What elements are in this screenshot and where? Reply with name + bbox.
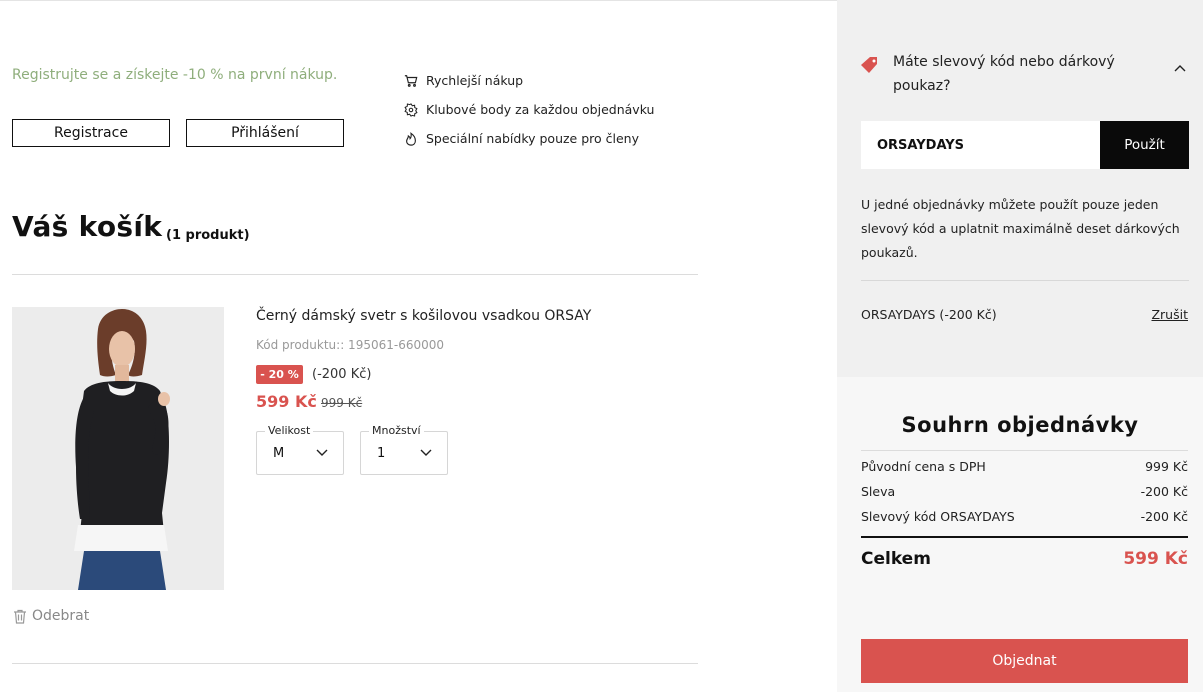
total-value: 599 Kč xyxy=(1123,549,1188,569)
remove-item-button[interactable]: Odebrat xyxy=(13,608,89,624)
summary-row-value: -200 Kč xyxy=(1140,509,1188,524)
summary-row-label: Slevový kód ORSAYDAYS xyxy=(861,509,1015,524)
summary-row: Původní cena s DPH 999 Kč xyxy=(861,459,1188,474)
benefit-label: Klubové body za každou objednávku xyxy=(426,102,655,117)
chevron-down-icon xyxy=(420,449,432,456)
coupon-note: U jedné objednávky můžete použít pouze j… xyxy=(861,197,1180,260)
benefit-label: Rychlejší nákup xyxy=(426,73,524,88)
order-summary: Souhrn objednávky Původní cena s DPH 999… xyxy=(837,377,1203,692)
divider xyxy=(861,280,1189,281)
summary-row: Slevový kód ORSAYDAYS -200 Kč xyxy=(861,509,1188,524)
remove-coupon-link[interactable]: Zrušit xyxy=(1151,307,1188,322)
quantity-select[interactable]: Množství 1 xyxy=(360,424,448,475)
chevron-down-icon xyxy=(316,449,328,456)
original-price: 999 Kč xyxy=(321,396,363,410)
login-button[interactable]: Přihlášení xyxy=(186,119,344,147)
chevron-up-icon[interactable] xyxy=(1173,63,1187,73)
coupon-title: Máte slevový kód nebo dárkový poukaz? xyxy=(893,54,1115,94)
coupon-code-input[interactable] xyxy=(861,121,1101,169)
quantity-label: Množství xyxy=(369,424,424,437)
quantity-value: 1 xyxy=(377,446,386,461)
cart-title: Váš košík xyxy=(12,210,163,243)
divider xyxy=(861,536,1188,538)
summary-row-label: Sleva xyxy=(861,484,896,499)
benefit-item: Rychlejší nákup xyxy=(404,66,654,95)
size-select[interactable]: Velikost M xyxy=(256,424,344,475)
trash-icon xyxy=(14,609,26,624)
member-benefits-list: Rychlejší nákup Klubové body za každou o… xyxy=(404,66,654,153)
product-name-link[interactable]: Černý dámský svetr s košilovou vsadkou O… xyxy=(256,308,591,324)
divider xyxy=(12,274,698,275)
size-label: Velikost xyxy=(265,424,314,437)
apply-coupon-button[interactable]: Použít xyxy=(1100,121,1189,169)
divider xyxy=(861,450,1188,451)
discount-badge: - 20 % xyxy=(256,365,303,384)
benefit-label: Speciální nabídky pouze pro členy xyxy=(426,131,640,146)
summary-row: Sleva -200 Kč xyxy=(861,484,1188,499)
cart-icon xyxy=(404,74,418,87)
flame-icon xyxy=(406,131,416,146)
product-image[interactable] xyxy=(12,307,224,590)
tag-icon xyxy=(861,57,877,73)
register-button[interactable]: Registrace xyxy=(12,119,170,147)
total-label: Celkem xyxy=(861,549,931,569)
summary-row-label: Původní cena s DPH xyxy=(861,459,986,474)
product-code: Kód produktu:: 195061-660000 xyxy=(256,338,445,352)
applied-coupon: ORSAYDAYS (-200 Kč) xyxy=(861,307,997,322)
star-badge-icon xyxy=(404,102,418,117)
discount-saving: (-200 Kč) xyxy=(312,367,372,382)
remove-label: Odebrat xyxy=(32,608,90,624)
place-order-button[interactable]: Objednat xyxy=(861,639,1188,683)
summary-row-value: 999 Kč xyxy=(1145,459,1188,474)
top-border xyxy=(0,0,837,1)
current-price: 599 Kč xyxy=(256,392,317,411)
benefit-item: Klubové body za každou objednávku xyxy=(404,95,654,124)
cart-sidebar: Máte slevový kód nebo dárkový poukaz? Po… xyxy=(837,0,1203,692)
benefit-item: Speciální nabídky pouze pro členy xyxy=(404,124,654,153)
size-value: M xyxy=(273,446,285,461)
divider xyxy=(12,663,698,664)
registration-promo-text: Registrujte se a získejte -10 % na první… xyxy=(12,67,338,83)
summary-title: Souhrn objednávky xyxy=(901,413,1139,437)
summary-row-value: -200 Kč xyxy=(1140,484,1188,499)
cart-item-count: (1 produkt) xyxy=(166,228,250,243)
